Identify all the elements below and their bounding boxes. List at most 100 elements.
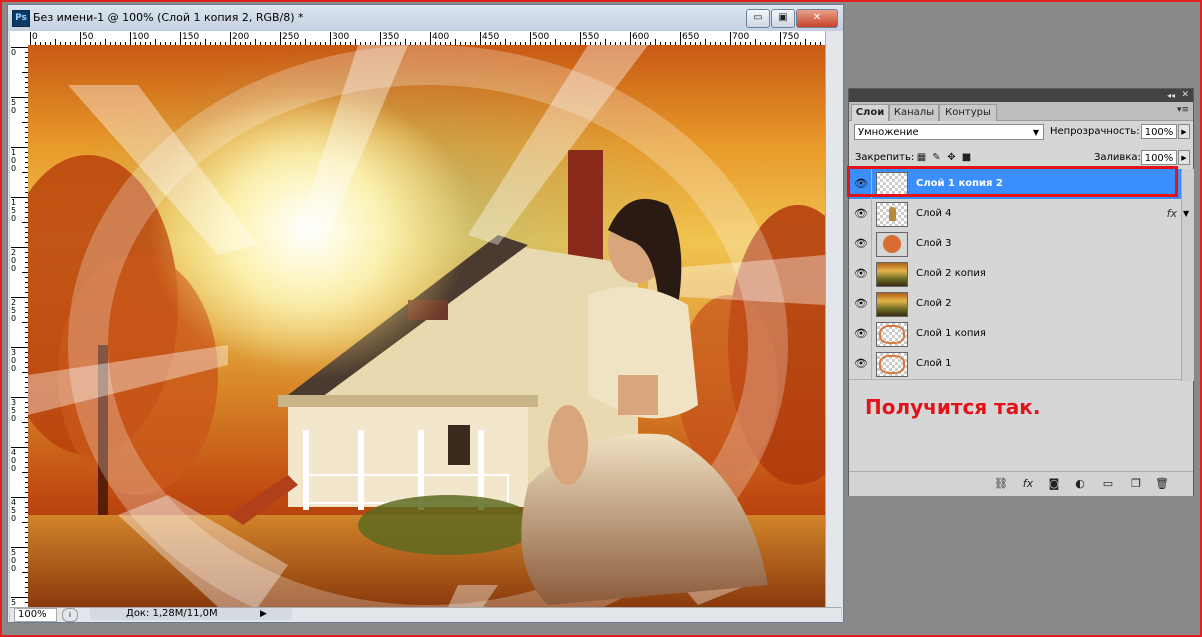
layer-name[interactable]: Слой 4: [916, 199, 952, 229]
ruler-label: 300: [11, 348, 17, 373]
ruler-label: 200: [11, 248, 17, 273]
ruler-tick: [180, 32, 181, 45]
link-layers-icon[interactable]: ⛓: [994, 477, 1008, 490]
layer-thumbnail[interactable]: [876, 262, 908, 287]
ruler-tick: [330, 32, 331, 45]
ruler-tick: [80, 32, 81, 45]
photoshop-app-icon: Ps: [12, 10, 30, 27]
adjustment-layer-icon[interactable]: ◐: [1073, 477, 1087, 490]
document-title-bar[interactable]: Ps Без имени-1 @ 100% (Слой 1 копия 2, R…: [8, 5, 843, 31]
opacity-input[interactable]: 100%: [1141, 124, 1177, 139]
ruler-tick: [30, 32, 31, 45]
layer-list: 👁 Слой 1 копия 2 👁 Слой 4 fx ▼ 👁 Слой 3 👁 Слой 2 …: [849, 169, 1194, 381]
chevron-down-icon: ▼: [1032, 128, 1039, 137]
tab-layers[interactable]: Слои: [851, 104, 889, 121]
ruler-label: 50: [82, 32, 94, 42]
ruler-tick: [730, 32, 731, 45]
blend-mode-select[interactable]: Умножение ▼: [854, 124, 1044, 140]
layer-row[interactable]: 👁 Слой 1: [849, 349, 1181, 380]
vertical-ruler[interactable]: 0 50 100 150 200 250 300 350 400 450 500 550: [10, 45, 29, 607]
effects-expand-chevron-icon[interactable]: ▼: [1183, 199, 1189, 229]
horizontal-ruler[interactable]: 0 50 100 150 200 250 300 350 400 450 500 550 600 650 7…: [28, 31, 825, 46]
document-title: Без имени-1 @ 100% (Слой 1 копия 2, RGB/…: [33, 11, 304, 24]
ruler-label: 350: [11, 398, 17, 423]
layer-name[interactable]: Слой 3: [916, 229, 952, 259]
layer-name[interactable]: Слой 2 копия: [916, 259, 986, 289]
document-window: Ps Без имени-1 @ 100% (Слой 1 копия 2, R…: [7, 4, 844, 623]
ruler-label: 450: [11, 498, 17, 523]
zoom-field[interactable]: 100%: [14, 608, 57, 622]
collapse-panel-icon[interactable]: ◂◂: [1167, 89, 1175, 102]
ruler-label: 500: [11, 548, 17, 573]
layer-thumbnail[interactable]: [876, 232, 908, 257]
panel-tabs: Слои Каналы Контуры ▾≡: [849, 102, 1193, 121]
delete-layer-trash-icon[interactable]: 🗑: [1155, 477, 1169, 490]
layer-thumbnail[interactable]: [876, 292, 908, 317]
layers-panel: ◂◂ ✕ Слои Каналы Контуры ▾≡ Умножение ▼ …: [848, 88, 1194, 496]
tab-paths[interactable]: Контуры: [939, 104, 997, 121]
new-group-folder-icon[interactable]: ▭: [1101, 477, 1115, 490]
layer-thumbnail[interactable]: [876, 352, 908, 377]
status-info-icon[interactable]: i: [62, 608, 78, 622]
visibility-eye-icon[interactable]: 👁: [851, 229, 872, 259]
visibility-eye-icon[interactable]: 👁: [851, 199, 872, 229]
close-button[interactable]: ✕: [796, 9, 838, 28]
ruler-label: 100: [11, 148, 17, 173]
layer-thumbnail[interactable]: [876, 322, 908, 347]
fill-slider-arrow-icon[interactable]: ▶: [1178, 150, 1190, 165]
layer-row[interactable]: 👁 Слой 4 fx: [849, 199, 1181, 230]
lock-position-move-icon[interactable]: ✥: [946, 152, 957, 163]
ruler-label: 400: [11, 448, 17, 473]
fill-input[interactable]: 100%: [1141, 150, 1177, 165]
lock-pixels-brush-icon[interactable]: ✎: [931, 152, 942, 163]
ruler-tick: [630, 32, 631, 45]
panel-menu-icon[interactable]: ▾≡: [1177, 105, 1189, 115]
opacity-slider-arrow-icon[interactable]: ▶: [1178, 124, 1190, 139]
layer-name[interactable]: Слой 1 копия: [916, 319, 986, 349]
layer-name[interactable]: Слой 2: [916, 289, 952, 319]
ruler-label: 150: [182, 32, 200, 42]
ruler-tick: [130, 32, 131, 45]
visibility-eye-icon[interactable]: 👁: [851, 259, 872, 289]
panel-header[interactable]: ◂◂ ✕: [849, 89, 1193, 102]
ruler-tick: [780, 32, 781, 45]
bushes: [358, 495, 538, 555]
artwork: [28, 45, 825, 607]
lock-transparency-icon[interactable]: ▦: [916, 152, 927, 163]
layer-effects-fx-icon[interactable]: fx: [1167, 199, 1177, 229]
ruler-label: 350: [382, 32, 400, 42]
layer-row[interactable]: 👁 Слой 3: [849, 229, 1181, 260]
status-menu-arrow-icon[interactable]: ▶: [260, 608, 267, 620]
ruler-label: 50: [11, 98, 17, 115]
lock-all-padlock-icon[interactable]: ■: [961, 152, 972, 163]
add-mask-icon[interactable]: ◙: [1047, 477, 1061, 490]
ruler-label: 450: [482, 32, 500, 42]
status-bar: 100% i Док: 1,28M/11,0M ▶: [10, 607, 841, 622]
ruler-label: 550: [11, 598, 17, 608]
ruler-tick: [530, 32, 531, 45]
minimize-button[interactable]: ▭: [746, 9, 770, 28]
ruler-label: 0: [32, 32, 38, 42]
close-panel-icon[interactable]: ✕: [1181, 89, 1189, 102]
ruler-origin[interactable]: [10, 31, 29, 46]
image-canvas[interactable]: [28, 45, 825, 607]
layer-row[interactable]: 👁 Слой 1 копия: [849, 319, 1181, 350]
layer-style-fx-icon[interactable]: fx: [1021, 477, 1035, 490]
tab-channels[interactable]: Каналы: [889, 104, 939, 121]
visibility-eye-icon[interactable]: 👁: [851, 319, 872, 349]
restore-button[interactable]: ▣: [771, 9, 795, 28]
visibility-eye-icon[interactable]: 👁: [851, 349, 872, 379]
opacity-label: Непрозрачность:: [1050, 126, 1140, 137]
blend-mode-value: Умножение: [858, 127, 919, 138]
layer-thumbnail[interactable]: [876, 202, 908, 227]
ruler-label: 250: [11, 298, 17, 323]
layer-name[interactable]: Слой 1: [916, 349, 952, 379]
new-layer-icon[interactable]: ❐: [1129, 477, 1143, 490]
ruler-label: 100: [132, 32, 150, 42]
layer-row[interactable]: 👁 Слой 2 копия: [849, 259, 1181, 290]
lock-label: Закрепить:: [855, 152, 915, 163]
ruler-label: 250: [282, 32, 300, 42]
vertical-scrollbar[interactable]: [825, 31, 842, 607]
visibility-eye-icon[interactable]: 👁: [851, 289, 872, 319]
layer-row[interactable]: 👁 Слой 2: [849, 289, 1181, 320]
